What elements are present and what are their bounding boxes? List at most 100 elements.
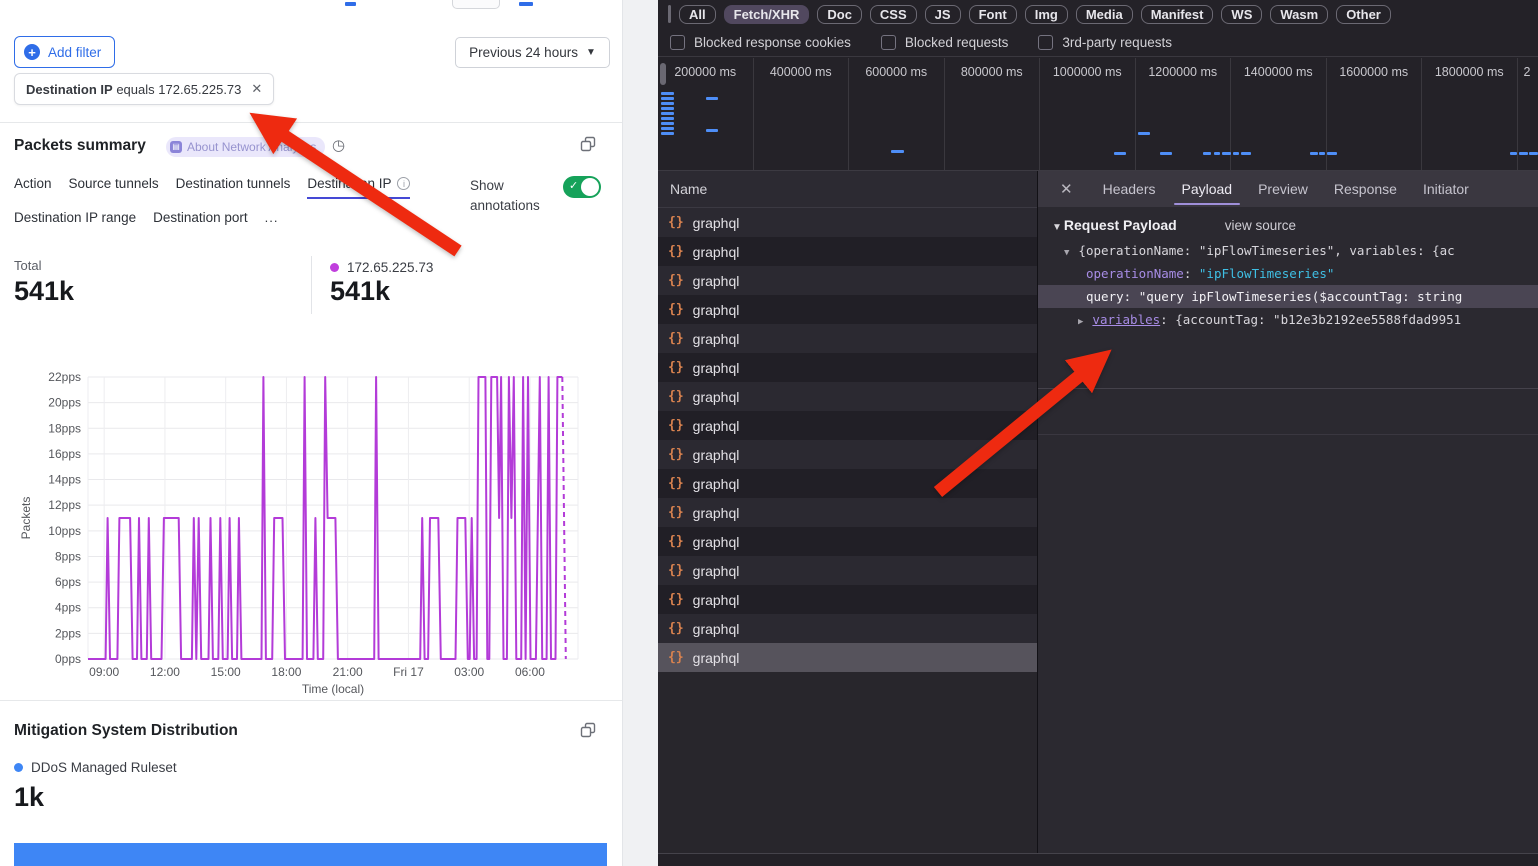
name-column-header[interactable]: Name: [658, 171, 1037, 208]
about-network-analytics-badge[interactable]: ▤ About Network Analytics: [166, 137, 325, 157]
details-tab-headers[interactable]: Headers: [1103, 171, 1156, 207]
filter-pill-fetchxhr[interactable]: Fetch/XHR: [724, 5, 810, 24]
filter-pill-all[interactable]: All: [679, 5, 716, 24]
svg-text:16pps: 16pps: [48, 447, 81, 461]
filter-chip[interactable]: Destination IP equals 172.65.225.73 ✕: [14, 73, 274, 105]
overview-grip-handle[interactable]: [660, 63, 666, 85]
details-tab-payload[interactable]: Payload: [1182, 171, 1233, 207]
timeline-tick: 800000 ms: [945, 58, 1041, 170]
mitigation-legend-label: DDoS Managed Ruleset: [31, 760, 177, 775]
network-request-row[interactable]: {}graphql: [658, 527, 1037, 556]
filter-pill-other[interactable]: Other: [1336, 5, 1391, 24]
remove-filter-icon[interactable]: ✕: [251, 81, 262, 97]
divider: [1038, 388, 1538, 389]
filter-pill-doc[interactable]: Doc: [817, 5, 862, 24]
svg-text:2pps: 2pps: [55, 626, 81, 640]
mitigation-bar: [14, 843, 607, 866]
network-request-row[interactable]: {}graphql: [658, 440, 1037, 469]
filter-pill-js[interactable]: JS: [925, 5, 961, 24]
network-overview-timeline[interactable]: 200000 ms400000 ms600000 ms800000 ms1000…: [658, 58, 1538, 171]
add-filter-button[interactable]: + Add filter: [14, 36, 115, 68]
network-request-row[interactable]: {}graphql: [658, 411, 1037, 440]
network-request-row[interactable]: {}graphql: [658, 208, 1037, 237]
expand-panel-icon[interactable]: [580, 136, 596, 152]
details-tab-preview[interactable]: Preview: [1258, 171, 1308, 207]
filter-pill-media[interactable]: Media: [1076, 5, 1133, 24]
json-braces-icon: {}: [668, 476, 684, 491]
tab-destination-port[interactable]: Destination port: [153, 210, 248, 225]
devtools-bottom-strip: [658, 853, 1538, 866]
filter-pill-manifest[interactable]: Manifest: [1141, 5, 1214, 24]
chevron-down-icon: ▼: [586, 47, 596, 58]
checkbox-blocked-response-cookies[interactable]: Blocked response cookies: [670, 35, 851, 50]
details-tab-initiator[interactable]: Initiator: [1423, 171, 1469, 207]
json-braces-icon: {}: [668, 302, 684, 317]
svg-text:14pps: 14pps: [48, 473, 81, 487]
details-tab-response[interactable]: Response: [1334, 171, 1397, 207]
svg-text:03:00: 03:00: [454, 665, 484, 679]
checkbox-3rd-party-requests[interactable]: 3rd-party requests: [1038, 35, 1172, 50]
scrollbar-gutter[interactable]: [622, 0, 660, 866]
filter-pill-ws[interactable]: WS: [1221, 5, 1262, 24]
checkbox-box: [670, 35, 685, 50]
expand-panel-icon[interactable]: [580, 722, 596, 738]
network-request-row[interactable]: {}graphql: [658, 295, 1037, 324]
network-request-row[interactable]: {}graphql: [658, 643, 1037, 672]
divider: [0, 700, 622, 701]
clipped-pill-fragment: [668, 5, 671, 23]
series-value: 541k: [330, 276, 390, 307]
packets-summary-tabs-row2: Destination IP range Destination port...: [14, 210, 279, 225]
filter-pill-css[interactable]: CSS: [870, 5, 917, 24]
filter-pill-img[interactable]: Img: [1025, 5, 1068, 24]
json-braces-icon: {}: [668, 360, 684, 375]
payload-variables-row[interactable]: ▶variables: {accountTag: "b12e3b2192ee55…: [1038, 308, 1538, 331]
network-request-row[interactable]: {}graphql: [658, 382, 1037, 411]
mitigation-title: Mitigation System Distribution: [14, 722, 238, 740]
timeline-tick: 1800000 ms: [1422, 58, 1518, 170]
check-icon: ✓: [569, 179, 578, 192]
network-request-row[interactable]: {}graphql: [658, 353, 1037, 382]
network-request-row[interactable]: {}graphql: [658, 585, 1037, 614]
filter-pill-font[interactable]: Font: [969, 5, 1017, 24]
series-label: 172.65.225.73: [347, 260, 433, 275]
tab-destination-tunnels[interactable]: Destination tunnels: [176, 176, 291, 191]
network-request-row[interactable]: {}graphql: [658, 266, 1037, 295]
json-braces-icon: {}: [668, 389, 684, 404]
payload-summary-row[interactable]: ▼{operationName: "ipFlowTimeseries", var…: [1038, 239, 1538, 262]
svg-text:Fri 17: Fri 17: [393, 665, 424, 679]
request-payload-section-header[interactable]: ▼Request Payloadview source: [1038, 207, 1538, 239]
filter-chip-operator: equals: [116, 82, 154, 97]
request-mark: [1203, 152, 1211, 155]
checkbox-box: [1038, 35, 1053, 50]
svg-text:20pps: 20pps: [48, 396, 81, 410]
close-icon[interactable]: ✕: [1060, 180, 1073, 198]
tab-destination-ip[interactable]: Destination IPi: [307, 176, 410, 199]
request-mark: [1327, 152, 1337, 155]
network-request-row[interactable]: {}graphql: [658, 614, 1037, 643]
svg-text:22pps: 22pps: [48, 370, 81, 384]
book-icon: ▤: [170, 141, 182, 153]
total-value: 541k: [14, 276, 74, 307]
request-mark: [1241, 152, 1251, 155]
json-braces-icon: {}: [668, 447, 684, 462]
svg-text:21:00: 21:00: [333, 665, 363, 679]
network-request-row[interactable]: {}graphql: [658, 498, 1037, 527]
view-source-link[interactable]: view source: [1225, 218, 1296, 233]
more-tabs-button[interactable]: ...: [265, 210, 279, 225]
tab-action[interactable]: Action: [14, 176, 52, 191]
request-type-filters: All Fetch/XHR Doc CSS JS Font Img Media Manifest…: [658, 0, 1538, 28]
show-annotations-toggle[interactable]: ✓: [563, 176, 601, 198]
request-payload-title: Request Payload: [1064, 217, 1177, 233]
network-request-row[interactable]: {}graphql: [658, 556, 1037, 585]
payload-query-row[interactable]: query: "query ipFlowTimeseries($accountT…: [1038, 285, 1538, 308]
network-request-row[interactable]: {}graphql: [658, 469, 1037, 498]
tab-destination-ip-range[interactable]: Destination IP range: [14, 210, 136, 225]
network-request-row[interactable]: {}graphql: [658, 237, 1037, 266]
checkbox-blocked-requests[interactable]: Blocked requests: [881, 35, 1009, 50]
filter-pill-wasm[interactable]: Wasm: [1270, 5, 1328, 24]
tab-source-tunnels[interactable]: Source tunnels: [69, 176, 159, 191]
payload-operationname-row[interactable]: operationName: "ipFlowTimeseries": [1038, 262, 1538, 285]
clipped-page-header: All traffic: [0, 0, 622, 10]
time-range-dropdown[interactable]: Previous 24 hours ▼: [455, 37, 610, 68]
network-request-row[interactable]: {}graphql: [658, 324, 1037, 353]
